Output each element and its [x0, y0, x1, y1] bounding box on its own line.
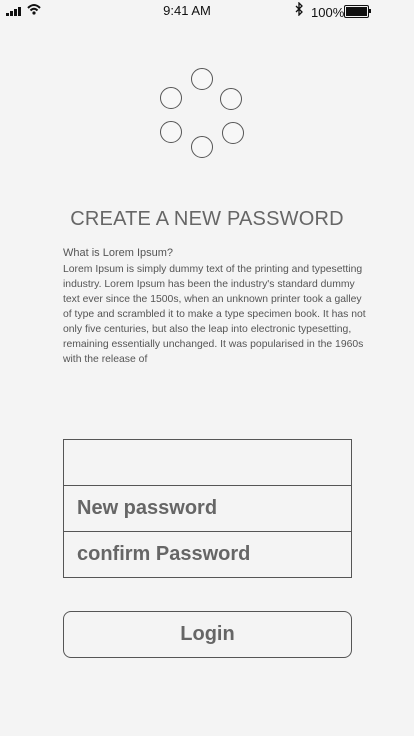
login-button[interactable]: Login	[63, 611, 352, 658]
spinner-dot	[191, 68, 213, 90]
new-password-field[interactable]: New password	[63, 485, 352, 532]
spinner-dot	[191, 136, 213, 158]
spinner-dot	[222, 122, 244, 144]
spinner-dot	[160, 87, 182, 109]
description-text: Lorem Ipsum is simply dummy text of the …	[63, 264, 366, 365]
confirm-password-field[interactable]: confirm Password	[63, 531, 352, 578]
password-form: New password confirm Password	[63, 439, 352, 578]
loading-spinner-icon	[0, 0, 414, 170]
page-title: CREATE A NEW PASSWORD	[70, 208, 344, 230]
spinner-dot	[220, 88, 242, 110]
spinner-dot	[160, 121, 182, 143]
top-input-field[interactable]	[63, 439, 352, 486]
description-heading: What is Lorem Ipsum?	[63, 247, 174, 259]
